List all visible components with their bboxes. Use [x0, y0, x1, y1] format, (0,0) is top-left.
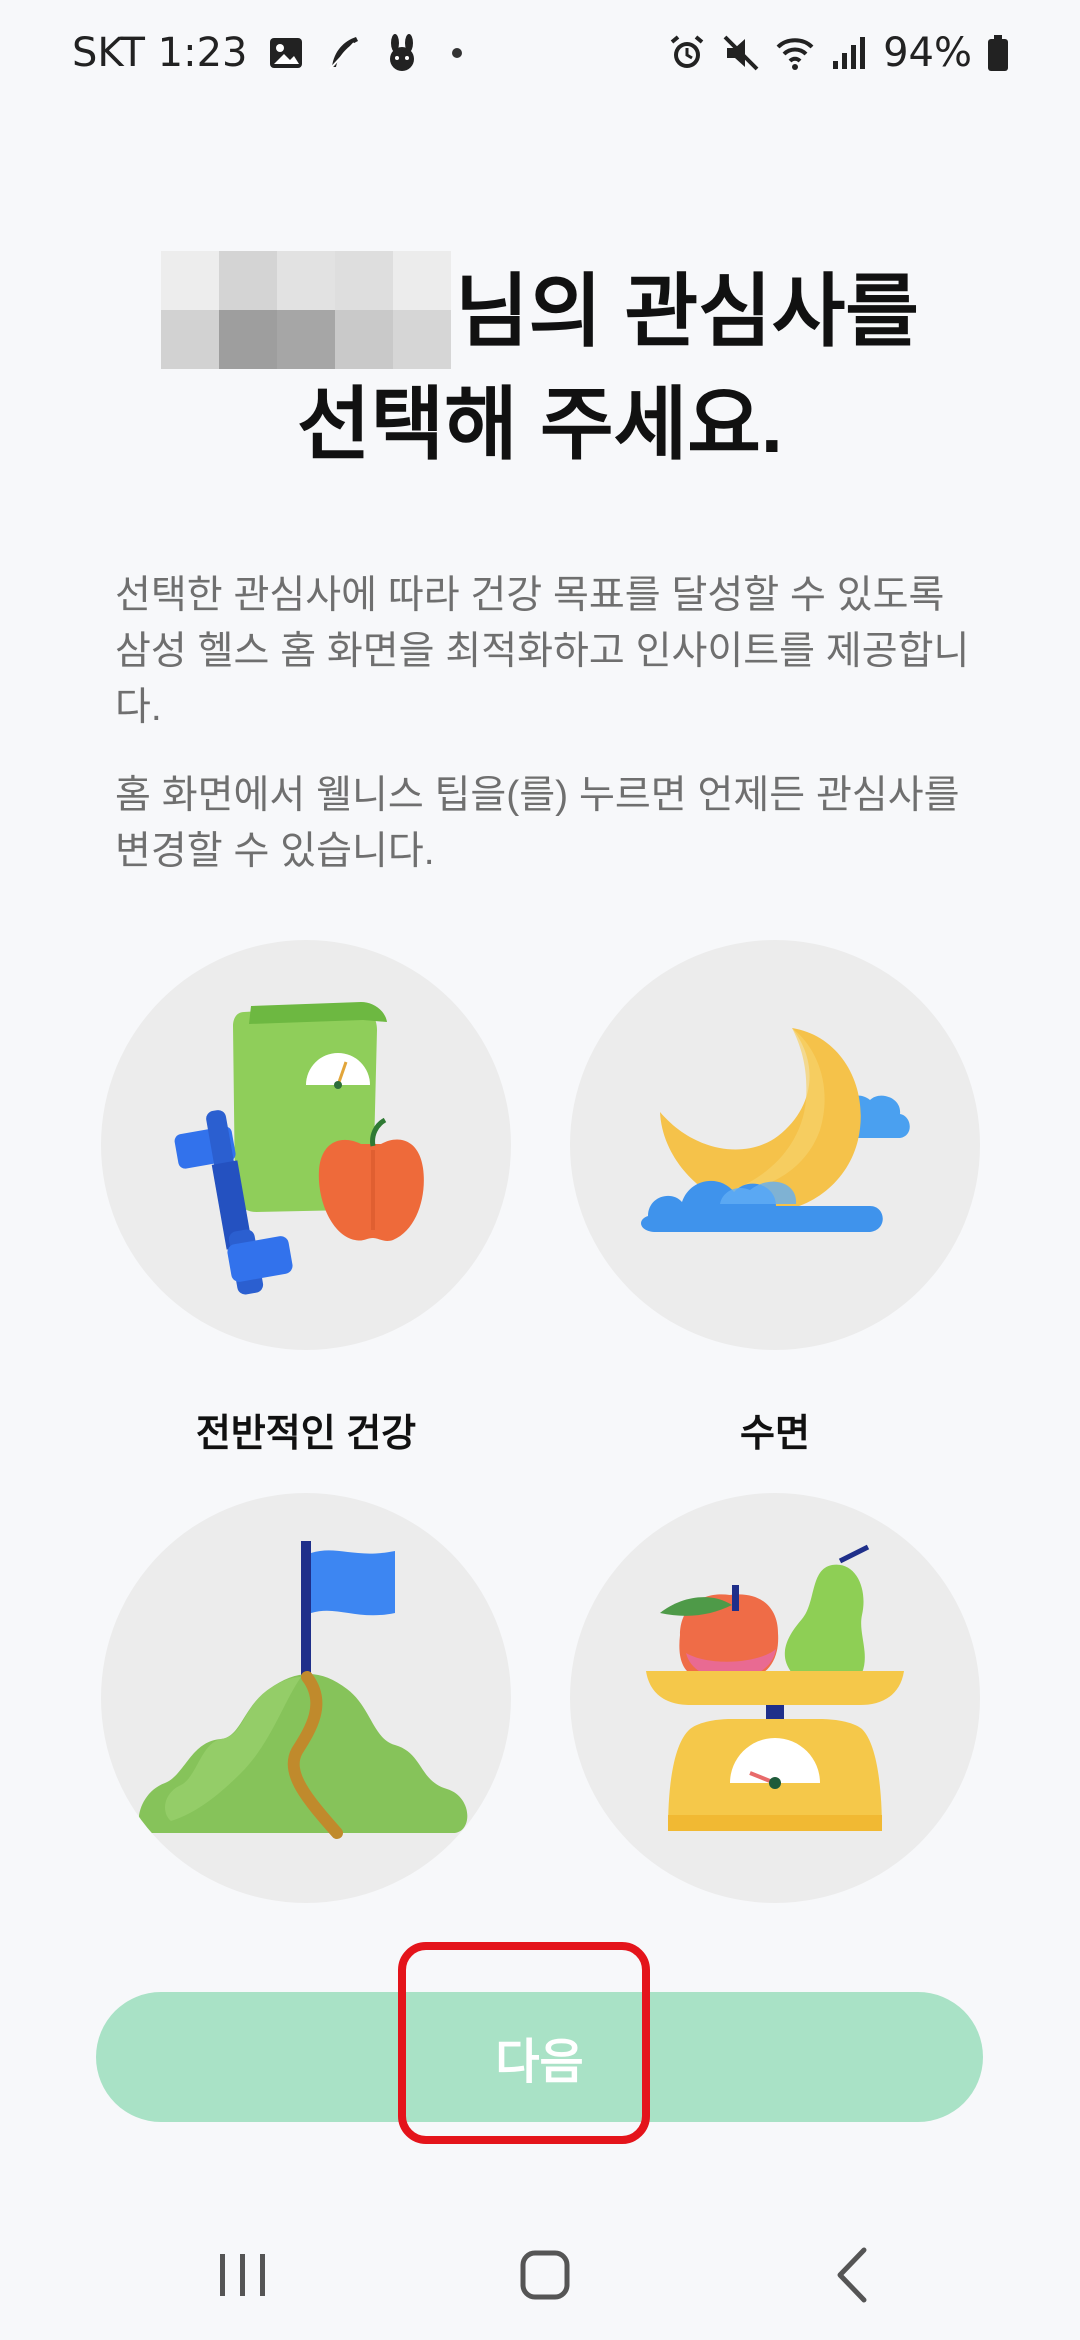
- heading-suffix: 님의 관심사를: [455, 267, 919, 356]
- mute-icon: [723, 35, 759, 71]
- interest-label: 수면: [740, 1413, 810, 1455]
- sleep-moon-icon: [641, 1028, 910, 1232]
- battery-percent: 94%: [883, 30, 972, 76]
- interest-circle[interactable]: [101, 1493, 511, 1903]
- heading-line-1: 님의 관심사를: [0, 251, 1080, 369]
- next-button[interactable]: 다음: [96, 1992, 983, 2122]
- blurred-user-name: [161, 251, 452, 369]
- interest-circle[interactable]: [570, 940, 980, 1350]
- alarm-icon: [670, 35, 704, 68]
- interest-circle[interactable]: [570, 1493, 980, 1903]
- fruit-scale-icon: [646, 1544, 904, 1831]
- interest-label: 전반적인 건강: [195, 1413, 417, 1455]
- interest-circle[interactable]: [101, 940, 511, 1350]
- overall-health-icon: [174, 1002, 424, 1295]
- feather-icon: [328, 37, 358, 70]
- heading-line-2: 선택해 주세요.: [296, 380, 784, 469]
- interest-card-sleep[interactable]: 수면: [570, 940, 980, 1457]
- status-bar: SKT 1:23 94%: [0, 0, 1080, 120]
- interest-card-overall-health[interactable]: 전반적인 건강: [101, 940, 511, 1457]
- home-icon[interactable]: [500, 2240, 590, 2310]
- battery-icon: [988, 35, 1008, 71]
- carrier-time: SKT 1:23: [72, 30, 248, 76]
- status-left: SKT 1:23: [72, 30, 462, 76]
- recents-icon[interactable]: [198, 2240, 288, 2310]
- signal-icon: [833, 37, 866, 69]
- navigation-bar: [0, 2210, 1080, 2340]
- back-icon[interactable]: [808, 2240, 898, 2310]
- interest-card-nutrition[interactable]: [570, 1493, 980, 1955]
- page-heading: 님의 관심사를 선택해 주세요.: [0, 251, 1080, 481]
- mountain-flag-icon: [138, 1541, 468, 1839]
- next-button-label: 다음: [495, 2036, 584, 2089]
- notification-dot: [451, 48, 462, 58]
- description-paragraph-1: 선택한 관심사에 따라 건강 목표를 달성할 수 있도록 삼성 헬스 홈 화면을…: [115, 574, 970, 729]
- wifi-icon: [776, 38, 814, 70]
- interest-card-goal[interactable]: [101, 1493, 511, 1955]
- rabbit-icon: [389, 34, 414, 71]
- description-paragraph-2: 홈 화면에서 웰니스 팁을(를) 누르면 언제든 관심사를 변경할 수 있습니다…: [115, 774, 960, 873]
- gallery-icon: [269, 38, 302, 68]
- status-right: 94%: [667, 30, 1010, 76]
